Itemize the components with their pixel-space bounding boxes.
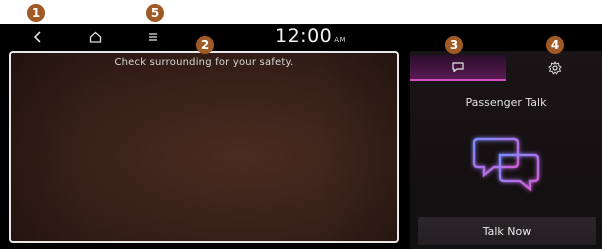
callout-badge-2: 2 xyxy=(196,36,214,54)
tab-passenger-talk[interactable] xyxy=(410,55,506,81)
panel-title: Passenger Talk xyxy=(465,96,547,109)
chat-icon xyxy=(452,62,464,73)
settings-button[interactable] xyxy=(512,55,598,81)
gear-icon xyxy=(548,61,562,75)
callout-badge-3: 3 xyxy=(445,36,463,54)
callout-badge-5: 5 xyxy=(146,4,164,22)
clock-time: 12:00 xyxy=(275,25,333,47)
clock-meridiem: AM xyxy=(334,36,347,44)
top-bar: 12:00 AM xyxy=(0,24,602,50)
callout-badge-4: 4 xyxy=(546,36,564,54)
home-button[interactable] xyxy=(84,24,106,50)
menu-icon xyxy=(149,33,157,41)
back-button[interactable] xyxy=(28,24,48,50)
clock: 12:00 AM xyxy=(275,25,346,47)
talk-now-button[interactable]: Talk Now xyxy=(418,217,596,245)
back-icon xyxy=(33,31,41,43)
camera-view: Check surrounding for your safety. xyxy=(9,51,399,243)
home-icon xyxy=(89,31,101,43)
callout-badge-1: 1 xyxy=(27,4,45,22)
menu-button[interactable] xyxy=(143,24,163,50)
safety-message: Check surrounding for your safety. xyxy=(114,57,294,68)
passenger-talk-icon xyxy=(472,137,540,192)
